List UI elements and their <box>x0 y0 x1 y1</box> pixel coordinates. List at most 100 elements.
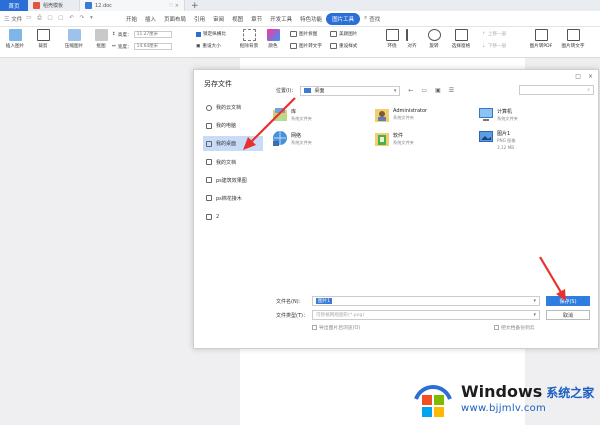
file-item-software[interactable]: 软件 系统文件夹 <box>374 130 414 147</box>
file-name: 库 <box>291 109 297 115</box>
insert-image-button[interactable]: 插入图片 <box>2 29 28 49</box>
rotate-button[interactable]: 旋转 <box>424 29 444 49</box>
new-tab-button[interactable]: + <box>185 0 205 11</box>
export-option[interactable]: 导出图片后浏览(O) <box>312 324 360 331</box>
sidebar-item-label: ps棉花接木 <box>216 195 242 202</box>
close-tab-icon[interactable]: ♡ × <box>169 3 179 9</box>
up-folder-icon[interactable]: ▭ <box>421 87 427 94</box>
filetype-label: 文件类型(T)： <box>276 312 308 319</box>
filename-value: 图片1 <box>316 298 333 304</box>
filename-input[interactable]: 图片1 ▾ <box>312 296 540 306</box>
cancel-button[interactable]: 取消 <box>546 310 590 320</box>
location-bar: 位置(I)： 桌面 ▾ ← ▭ ▣ ☰ ⌕ <box>276 85 594 96</box>
menu-view[interactable]: 视图 <box>228 15 247 23</box>
location-label: 位置(I)： <box>276 88 297 94</box>
wrap-icon <box>385 29 399 41</box>
align-button[interactable]: 对齐 <box>402 29 422 49</box>
sidebar-item-label: 我的电脑 <box>216 123 237 130</box>
tab-home[interactable]: 首页 <box>0 0 28 11</box>
move-up-button[interactable]: ⇡ 上移一层 <box>482 31 506 38</box>
image-split-button[interactable]: 图片拆图 <box>290 31 317 37</box>
image-to-pdf-button[interactable]: 图片转PDF <box>526 29 556 49</box>
tab-document[interactable]: 12.doc ♡ × <box>80 0 185 11</box>
back-icon[interactable]: ← <box>408 87 413 94</box>
watermark-url: www.bjjmlv.com <box>461 403 547 414</box>
width-label: 宽度： <box>117 44 132 50</box>
reset-size-button[interactable]: ▣ 重设大小 <box>196 43 221 50</box>
cutout-button[interactable]: 抠图 <box>88 29 114 49</box>
reset-style-button[interactable]: 重设样式 <box>330 43 357 49</box>
button-label: 图片转PDF <box>529 44 553 49</box>
height-field[interactable]: ↕ 高度： 11.27厘米 <box>112 31 172 38</box>
backup-option[interactable]: 把文档备份到云 <box>494 324 535 331</box>
save-button[interactable]: 保存(S) <box>546 296 590 306</box>
sidebar-item-folder-2[interactable]: ps棉花接木 <box>203 191 263 206</box>
sidebar-item-desktop[interactable]: 我的桌面 <box>203 136 263 152</box>
folder-icon <box>206 213 212 220</box>
lock-ratio-checkbox[interactable]: 锁定纵横比 <box>196 31 226 37</box>
menu-search[interactable]: ⌕ 查找 <box>364 15 380 23</box>
width-field[interactable]: ↔ 宽度： 14.64厘米 <box>112 43 172 50</box>
menu-start[interactable]: 开始 <box>122 15 141 23</box>
quick-tools-icons[interactable]: ▭ ⎙ ▢ ▢ ↶ ↷ ▾ <box>26 15 94 22</box>
chevron-down-icon: ▾ <box>533 312 536 318</box>
width-input[interactable]: 14.64厘米 <box>133 43 172 50</box>
location-select[interactable]: 桌面 ▾ <box>300 85 401 96</box>
move-down-button[interactable]: ⇣ 下移一层 <box>482 43 506 50</box>
button-label: 美颜图片 <box>339 32 358 37</box>
file-item-computer[interactable]: 计算机 系统文件夹 <box>478 106 518 123</box>
menu-layout[interactable]: 页面布局 <box>160 15 190 23</box>
image-to-text-button[interactable]: 图片转文字 <box>290 43 322 49</box>
menu-picture-tools[interactable]: 图片工具 <box>326 12 361 25</box>
cloud-icon <box>206 104 212 111</box>
file-item-network[interactable]: 网络 系统文件夹 <box>272 130 312 147</box>
file-item-library[interactable]: 库 系统文件夹 <box>272 106 312 123</box>
button-label: 图片拆图 <box>299 32 318 37</box>
sidebar-item-folder-1[interactable]: ps建筑效果图 <box>203 173 263 188</box>
menu-reference[interactable]: 引用 <box>190 15 209 23</box>
menu-insert[interactable]: 插入 <box>141 15 160 23</box>
nav-buttons: ← ▭ ▣ ☰ <box>408 87 454 94</box>
desktop-icon <box>304 88 312 93</box>
beautify-button[interactable]: 美颜图片 <box>330 31 357 37</box>
file-name: 软件 <box>393 133 404 139</box>
color-button[interactable]: 颜色 <box>262 29 284 49</box>
menu-review[interactable]: 审阅 <box>209 15 228 23</box>
dialog-search-input[interactable]: ⌕ <box>519 85 594 95</box>
select-pane-button[interactable]: 选择窗格 <box>446 29 476 49</box>
sidebar-item-cloud[interactable]: 我的云文档 <box>203 100 263 115</box>
crop-icon <box>36 29 50 41</box>
close-icon[interactable]: × <box>588 73 593 80</box>
button-label: 选择窗格 <box>451 44 471 49</box>
height-input[interactable]: 11.27厘米 <box>133 31 172 38</box>
search-icon: ⌕ <box>587 87 590 93</box>
sidebar-item-computer[interactable]: 我的电脑 <box>203 118 263 133</box>
menu-section[interactable]: 章节 <box>247 15 266 23</box>
smart-cutout-button[interactable]: 抠除背景 <box>232 29 266 49</box>
reset-style-icon <box>330 43 337 49</box>
filetype-select[interactable]: 可移植网络图形(*.png) ▾ <box>312 310 540 320</box>
button-label: 图片转文字 <box>561 44 585 49</box>
sidebar-item-folder-3[interactable]: 2 <box>203 209 263 224</box>
wrap-button[interactable]: 环绕 <box>382 29 402 49</box>
compress-button[interactable]: 压缩图片 <box>58 29 90 49</box>
button-label: 压缩图片 <box>64 44 84 49</box>
tab-daoke[interactable]: 稻壳模板 <box>28 0 80 11</box>
title-bar: 首页 稻壳模板 12.doc ♡ × + <box>0 0 600 11</box>
sidebar-item-label: 我的云文档 <box>216 105 242 111</box>
view-mode-icon[interactable]: ☰ <box>449 87 454 94</box>
crop-button[interactable]: 裁剪 <box>30 29 56 49</box>
menu-developer[interactable]: 开发工具 <box>266 15 296 23</box>
maximize-icon[interactable]: □ <box>575 73 581 80</box>
location-value: 桌面 <box>314 88 325 94</box>
image-translate-button[interactable]: 图片转文字 <box>558 29 588 49</box>
file-item-administrator[interactable]: Administrator 系统文件夹 <box>374 106 427 123</box>
ribbon-toolbar: 插入图片 裁剪 压缩图片 抠图 ↕ 高度： 11.27厘米 ↔ 宽度： 14.6… <box>0 27 600 58</box>
sidebar-item-documents[interactable]: 我的文档 <box>203 155 263 170</box>
file-item-image1[interactable]: 图片1 PNG 图像 3.12 MB <box>478 128 516 150</box>
file-menu[interactable]: 三 文件 <box>4 15 22 23</box>
menu-features[interactable]: 特色功能 <box>296 15 326 23</box>
new-folder-icon[interactable]: ▣ <box>435 87 441 94</box>
checkbox-label: 把文档备份到云 <box>501 326 535 331</box>
file-type: 系统文件夹 <box>291 140 312 145</box>
